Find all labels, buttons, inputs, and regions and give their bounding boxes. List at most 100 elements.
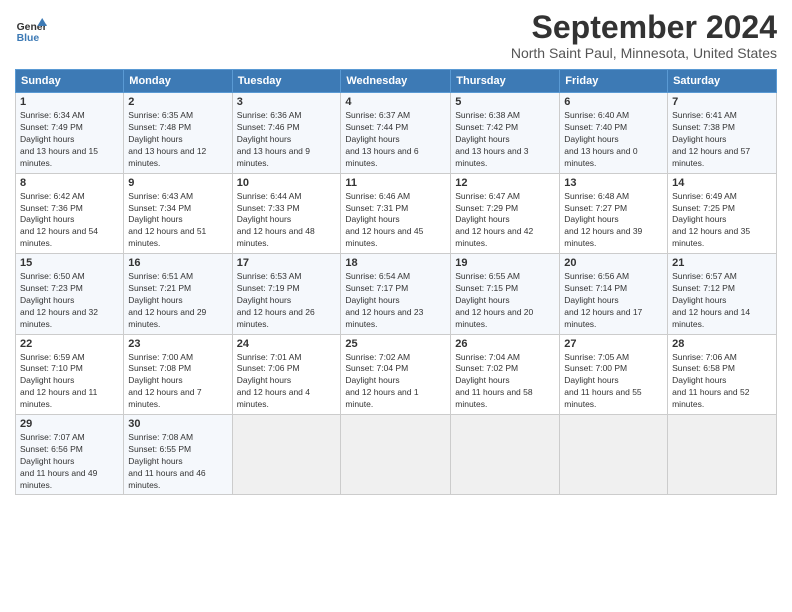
day-info: Sunrise: 7:08 AMSunset: 6:55 PMDaylight …: [128, 432, 205, 490]
calendar-cell: [560, 415, 668, 495]
day-number: 25: [345, 338, 446, 350]
calendar-cell: 8 Sunrise: 6:42 AMSunset: 7:36 PMDayligh…: [16, 173, 124, 253]
calendar-cell: 18 Sunrise: 6:54 AMSunset: 7:17 PMDaylig…: [341, 254, 451, 334]
day-info: Sunrise: 6:34 AMSunset: 7:49 PMDaylight …: [20, 110, 98, 168]
calendar-cell: 14 Sunrise: 6:49 AMSunset: 7:25 PMDaylig…: [668, 173, 777, 253]
calendar-cell: 3 Sunrise: 6:36 AMSunset: 7:46 PMDayligh…: [232, 93, 341, 173]
weekday-header-monday: Monday: [124, 70, 232, 93]
day-info: Sunrise: 6:48 AMSunset: 7:27 PMDaylight …: [564, 191, 642, 249]
calendar-week-2: 8 Sunrise: 6:42 AMSunset: 7:36 PMDayligh…: [16, 173, 777, 253]
location-title: North Saint Paul, Minnesota, United Stat…: [511, 45, 777, 61]
day-info: Sunrise: 6:57 AMSunset: 7:12 PMDaylight …: [672, 271, 750, 329]
calendar-week-4: 22 Sunrise: 6:59 AMSunset: 7:10 PMDaylig…: [16, 334, 777, 414]
calendar-cell: 9 Sunrise: 6:43 AMSunset: 7:34 PMDayligh…: [124, 173, 232, 253]
weekday-header-tuesday: Tuesday: [232, 70, 341, 93]
day-info: Sunrise: 6:35 AMSunset: 7:48 PMDaylight …: [128, 110, 206, 168]
day-number: 30: [128, 418, 227, 430]
day-info: Sunrise: 6:37 AMSunset: 7:44 PMDaylight …: [345, 110, 418, 168]
calendar-cell: 28 Sunrise: 7:06 AMSunset: 6:58 PMDaylig…: [668, 334, 777, 414]
day-number: 11: [345, 177, 446, 189]
day-info: Sunrise: 6:44 AMSunset: 7:33 PMDaylight …: [237, 191, 315, 249]
calendar-week-5: 29 Sunrise: 7:07 AMSunset: 6:56 PMDaylig…: [16, 415, 777, 495]
calendar-cell: 21 Sunrise: 6:57 AMSunset: 7:12 PMDaylig…: [668, 254, 777, 334]
day-number: 28: [672, 338, 772, 350]
calendar-cell: 5 Sunrise: 6:38 AMSunset: 7:42 PMDayligh…: [451, 93, 560, 173]
day-info: Sunrise: 7:05 AMSunset: 7:00 PMDaylight …: [564, 352, 641, 410]
calendar-cell: [668, 415, 777, 495]
day-number: 23: [128, 338, 227, 350]
day-number: 18: [345, 257, 446, 269]
day-info: Sunrise: 6:53 AMSunset: 7:19 PMDaylight …: [237, 271, 315, 329]
day-number: 8: [20, 177, 119, 189]
day-number: 29: [20, 418, 119, 430]
day-info: Sunrise: 7:06 AMSunset: 6:58 PMDaylight …: [672, 352, 749, 410]
calendar-cell: [451, 415, 560, 495]
day-number: 17: [237, 257, 337, 269]
day-number: 5: [455, 96, 555, 108]
calendar-cell: 24 Sunrise: 7:01 AMSunset: 7:06 PMDaylig…: [232, 334, 341, 414]
day-number: 6: [564, 96, 663, 108]
day-info: Sunrise: 7:07 AMSunset: 6:56 PMDaylight …: [20, 432, 97, 490]
calendar-cell: 29 Sunrise: 7:07 AMSunset: 6:56 PMDaylig…: [16, 415, 124, 495]
calendar-cell: 15 Sunrise: 6:50 AMSunset: 7:23 PMDaylig…: [16, 254, 124, 334]
calendar-cell: 13 Sunrise: 6:48 AMSunset: 7:27 PMDaylig…: [560, 173, 668, 253]
day-number: 12: [455, 177, 555, 189]
day-info: Sunrise: 6:59 AMSunset: 7:10 PMDaylight …: [20, 352, 97, 410]
calendar-cell: 17 Sunrise: 6:53 AMSunset: 7:19 PMDaylig…: [232, 254, 341, 334]
day-number: 26: [455, 338, 555, 350]
title-block: September 2024 North Saint Paul, Minneso…: [511, 10, 777, 61]
day-info: Sunrise: 7:02 AMSunset: 7:04 PMDaylight …: [345, 352, 418, 410]
calendar-cell: 23 Sunrise: 7:00 AMSunset: 7:08 PMDaylig…: [124, 334, 232, 414]
day-number: 2: [128, 96, 227, 108]
day-number: 7: [672, 96, 772, 108]
day-info: Sunrise: 6:36 AMSunset: 7:46 PMDaylight …: [237, 110, 310, 168]
calendar-cell: 12 Sunrise: 6:47 AMSunset: 7:29 PMDaylig…: [451, 173, 560, 253]
day-info: Sunrise: 6:42 AMSunset: 7:36 PMDaylight …: [20, 191, 98, 249]
day-number: 21: [672, 257, 772, 269]
day-info: Sunrise: 7:01 AMSunset: 7:06 PMDaylight …: [237, 352, 310, 410]
day-number: 14: [672, 177, 772, 189]
day-info: Sunrise: 6:49 AMSunset: 7:25 PMDaylight …: [672, 191, 750, 249]
day-info: Sunrise: 7:00 AMSunset: 7:08 PMDaylight …: [128, 352, 201, 410]
day-info: Sunrise: 6:56 AMSunset: 7:14 PMDaylight …: [564, 271, 642, 329]
calendar-cell: 30 Sunrise: 7:08 AMSunset: 6:55 PMDaylig…: [124, 415, 232, 495]
calendar-week-3: 15 Sunrise: 6:50 AMSunset: 7:23 PMDaylig…: [16, 254, 777, 334]
calendar-week-1: 1 Sunrise: 6:34 AMSunset: 7:49 PMDayligh…: [16, 93, 777, 173]
logo-icon: General Blue: [15, 14, 47, 46]
day-info: Sunrise: 6:43 AMSunset: 7:34 PMDaylight …: [128, 191, 206, 249]
calendar-cell: 19 Sunrise: 6:55 AMSunset: 7:15 PMDaylig…: [451, 254, 560, 334]
weekday-header-wednesday: Wednesday: [341, 70, 451, 93]
day-info: Sunrise: 6:51 AMSunset: 7:21 PMDaylight …: [128, 271, 206, 329]
calendar-cell: 25 Sunrise: 7:02 AMSunset: 7:04 PMDaylig…: [341, 334, 451, 414]
calendar-cell: 16 Sunrise: 6:51 AMSunset: 7:21 PMDaylig…: [124, 254, 232, 334]
day-number: 22: [20, 338, 119, 350]
day-number: 19: [455, 257, 555, 269]
logo: General Blue: [15, 14, 47, 46]
day-info: Sunrise: 6:55 AMSunset: 7:15 PMDaylight …: [455, 271, 533, 329]
day-number: 10: [237, 177, 337, 189]
day-info: Sunrise: 6:54 AMSunset: 7:17 PMDaylight …: [345, 271, 423, 329]
day-number: 16: [128, 257, 227, 269]
day-info: Sunrise: 6:40 AMSunset: 7:40 PMDaylight …: [564, 110, 637, 168]
calendar-cell: 2 Sunrise: 6:35 AMSunset: 7:48 PMDayligh…: [124, 93, 232, 173]
day-number: 15: [20, 257, 119, 269]
weekday-header-sunday: Sunday: [16, 70, 124, 93]
day-info: Sunrise: 6:41 AMSunset: 7:38 PMDaylight …: [672, 110, 750, 168]
day-number: 4: [345, 96, 446, 108]
day-info: Sunrise: 6:47 AMSunset: 7:29 PMDaylight …: [455, 191, 533, 249]
calendar-cell: [232, 415, 341, 495]
day-number: 20: [564, 257, 663, 269]
day-number: 27: [564, 338, 663, 350]
weekday-header-thursday: Thursday: [451, 70, 560, 93]
day-number: 24: [237, 338, 337, 350]
weekday-header-friday: Friday: [560, 70, 668, 93]
calendar-cell: 26 Sunrise: 7:04 AMSunset: 7:02 PMDaylig…: [451, 334, 560, 414]
month-title: September 2024: [511, 10, 777, 45]
day-number: 9: [128, 177, 227, 189]
calendar-cell: 10 Sunrise: 6:44 AMSunset: 7:33 PMDaylig…: [232, 173, 341, 253]
calendar-cell: 20 Sunrise: 6:56 AMSunset: 7:14 PMDaylig…: [560, 254, 668, 334]
calendar-cell: 11 Sunrise: 6:46 AMSunset: 7:31 PMDaylig…: [341, 173, 451, 253]
day-info: Sunrise: 6:46 AMSunset: 7:31 PMDaylight …: [345, 191, 423, 249]
day-number: 1: [20, 96, 119, 108]
day-info: Sunrise: 7:04 AMSunset: 7:02 PMDaylight …: [455, 352, 532, 410]
